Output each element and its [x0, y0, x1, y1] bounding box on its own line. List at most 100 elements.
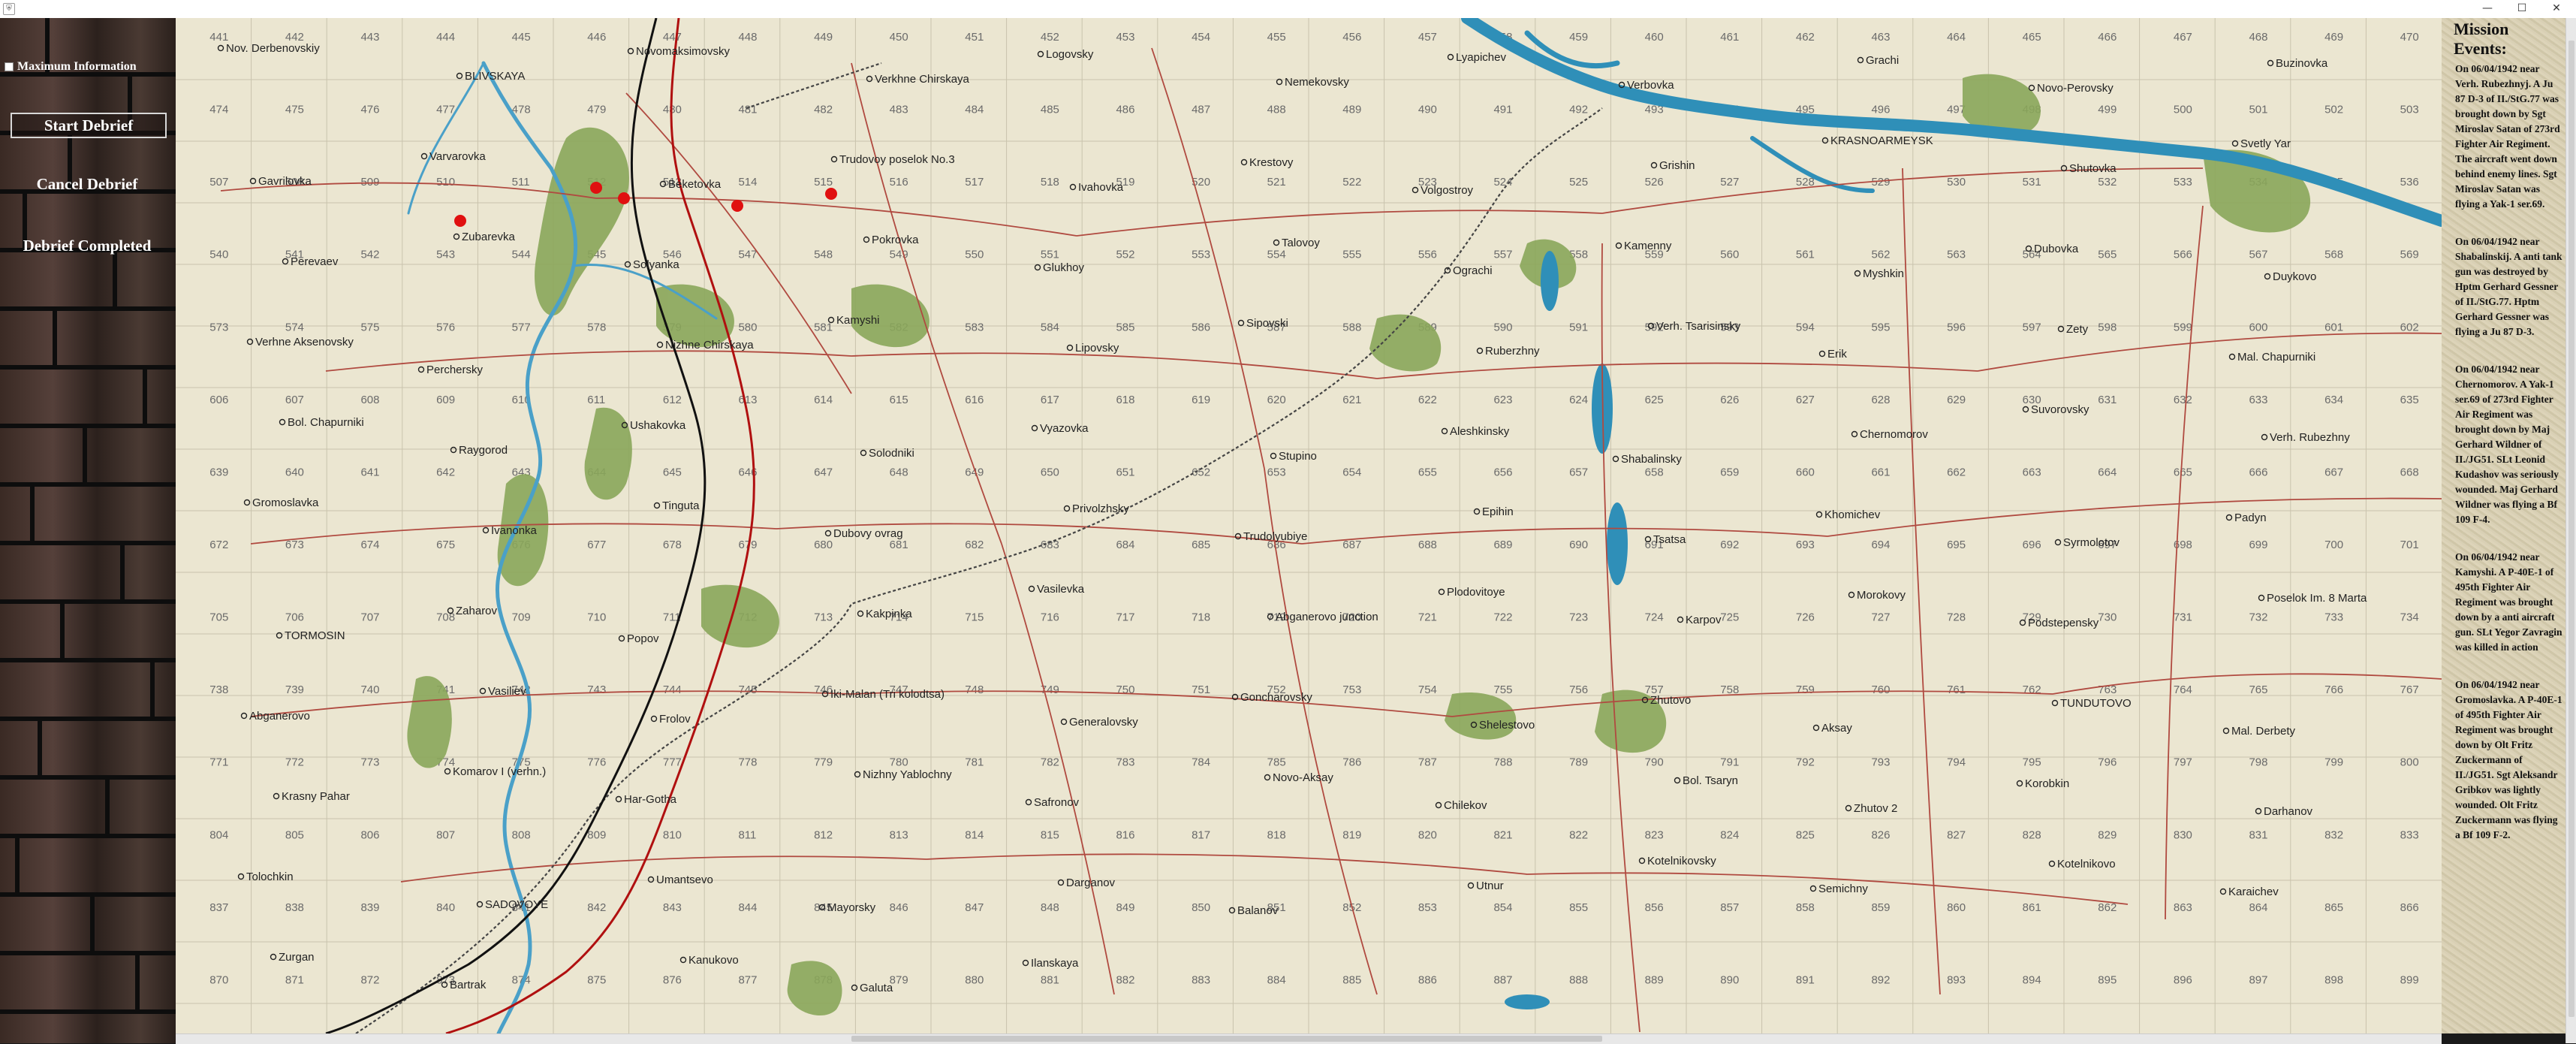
grid-number: 724 [1645, 611, 1664, 624]
town-label: Nov. Derbenovskiy [226, 42, 320, 55]
town-dot [237, 873, 245, 880]
grid-number: 721 [1418, 611, 1437, 624]
grid-number: 449 [814, 31, 833, 44]
event-marker[interactable] [731, 200, 743, 212]
event-marker[interactable] [590, 182, 602, 194]
debrief-completed-button[interactable]: Debrief Completed [11, 234, 164, 257]
grid-number: 560 [1720, 249, 1739, 261]
grid-number: 734 [2400, 611, 2419, 624]
map-canvas[interactable]: 441 442 443 444 445 446 447 448 449 450 451 452 453 4… [176, 18, 2442, 1033]
town-dot [1060, 718, 1068, 726]
town-label: Kakpinka [866, 608, 912, 620]
grid-number: 713 [814, 611, 833, 624]
town-dot [450, 446, 457, 454]
events-vertical-scrollbar[interactable] [2565, 18, 2576, 1043]
minimize-button[interactable]: — [2470, 0, 2505, 18]
event-marker[interactable] [618, 192, 630, 204]
town-dot [615, 795, 622, 803]
grid-number: 815 [1041, 828, 1059, 841]
town-dot [2261, 433, 2268, 441]
checkbox-box[interactable] [5, 62, 14, 72]
town-dot [1057, 879, 1065, 886]
grid-number: 510 [436, 176, 455, 189]
town-dot [1615, 242, 1622, 249]
event-marker[interactable] [825, 188, 837, 200]
grid-number: 706 [285, 611, 304, 624]
grid-number: 794 [1947, 756, 1966, 769]
town-dot [650, 715, 658, 723]
town-label: Krestovy [1249, 156, 1294, 169]
start-debrief-button[interactable]: Start Debrief [11, 113, 167, 138]
town-label: Suvorovsky [2031, 403, 2089, 416]
town-dot [1674, 777, 1681, 784]
town-dot [246, 338, 254, 345]
grid-number: 443 [360, 31, 379, 44]
grid-number: 502 [2324, 104, 2343, 116]
town-label: Myshkin [1863, 267, 1904, 280]
grid-number: 860 [1947, 901, 1966, 914]
town-label: Solyanka [633, 258, 679, 271]
grid-number: 507 [209, 176, 228, 189]
grid-number: 751 [1192, 683, 1210, 696]
grid-number: 722 [1493, 611, 1512, 624]
town-label: Poselok Im. 8 Marta [2267, 592, 2367, 605]
grid-number: 639 [209, 466, 228, 478]
grid-number: 856 [1645, 901, 1664, 914]
grid-number: 761 [1947, 683, 1966, 696]
grid-number: 716 [1041, 611, 1059, 624]
town-label: Verbovka [1627, 79, 1674, 92]
grid-number: 599 [2174, 321, 2192, 333]
town-label: Novo-Perovsky [2037, 82, 2114, 95]
grid-number: 615 [890, 394, 908, 406]
town-dot [1677, 616, 1684, 623]
cancel-debrief-button[interactable]: Cancel Debrief [11, 173, 164, 195]
grid-number: 818 [1267, 828, 1286, 841]
grid-number: 690 [1569, 539, 1588, 551]
grid-number: 547 [738, 249, 757, 261]
grid-number: 555 [1342, 249, 1361, 261]
maximize-button[interactable]: ☐ [2505, 0, 2539, 18]
grid-number: 451 [965, 31, 984, 44]
town-dot [1854, 270, 1861, 277]
grid-number: 840 [436, 901, 455, 914]
town-label: Verkhne Chirskaya [875, 73, 970, 86]
grid-number: 662 [1947, 466, 1966, 478]
grid-number: 680 [814, 539, 833, 551]
grid-number: 464 [1947, 31, 1966, 44]
town-label: TORMOSIN [285, 629, 345, 642]
town-label: Kamenny [1624, 240, 1672, 252]
town-dot [240, 712, 248, 720]
grid-number: 503 [2400, 104, 2419, 116]
grid-number: 787 [1418, 756, 1437, 769]
grid-number: 499 [2098, 104, 2117, 116]
town-dot [1815, 511, 1823, 518]
road [1977, 332, 2442, 372]
grid-number: 609 [436, 394, 455, 406]
mission-map[interactable]: 441 442 443 444 445 446 447 448 449 450 451 452 453 4… [176, 18, 2442, 1033]
grid-number: 585 [1116, 321, 1134, 333]
scroll-thumb[interactable] [2568, 41, 2574, 1017]
grid-number: 607 [285, 394, 304, 406]
grid-number: 726 [1796, 611, 1815, 624]
town-dot [1818, 350, 1826, 358]
town-label: Podstepensky [2028, 617, 2099, 629]
town-label: Abganerovo [249, 710, 310, 723]
scroll-thumb[interactable] [851, 1036, 1602, 1042]
town-dot [824, 530, 832, 537]
grid-number: 601 [2324, 321, 2343, 333]
event-marker[interactable] [454, 215, 466, 227]
grid-number: 897 [2249, 973, 2267, 986]
grid-number: 762 [2023, 683, 2041, 696]
grid-number: 489 [1342, 104, 1361, 116]
map-horizontal-scrollbar[interactable] [176, 1033, 2442, 1044]
close-button[interactable]: ✕ [2539, 0, 2574, 18]
max-info-checkbox[interactable]: Maximum Information [5, 60, 137, 74]
grid-number: 536 [2400, 176, 2419, 189]
grid-number: 522 [1342, 176, 1361, 189]
grid-number: 580 [738, 321, 757, 333]
grid-number: 817 [1192, 828, 1210, 841]
brick-seam [135, 955, 140, 1009]
town-dot [453, 233, 460, 240]
grid-number: 883 [1192, 973, 1210, 986]
grid-number: 870 [209, 973, 228, 986]
